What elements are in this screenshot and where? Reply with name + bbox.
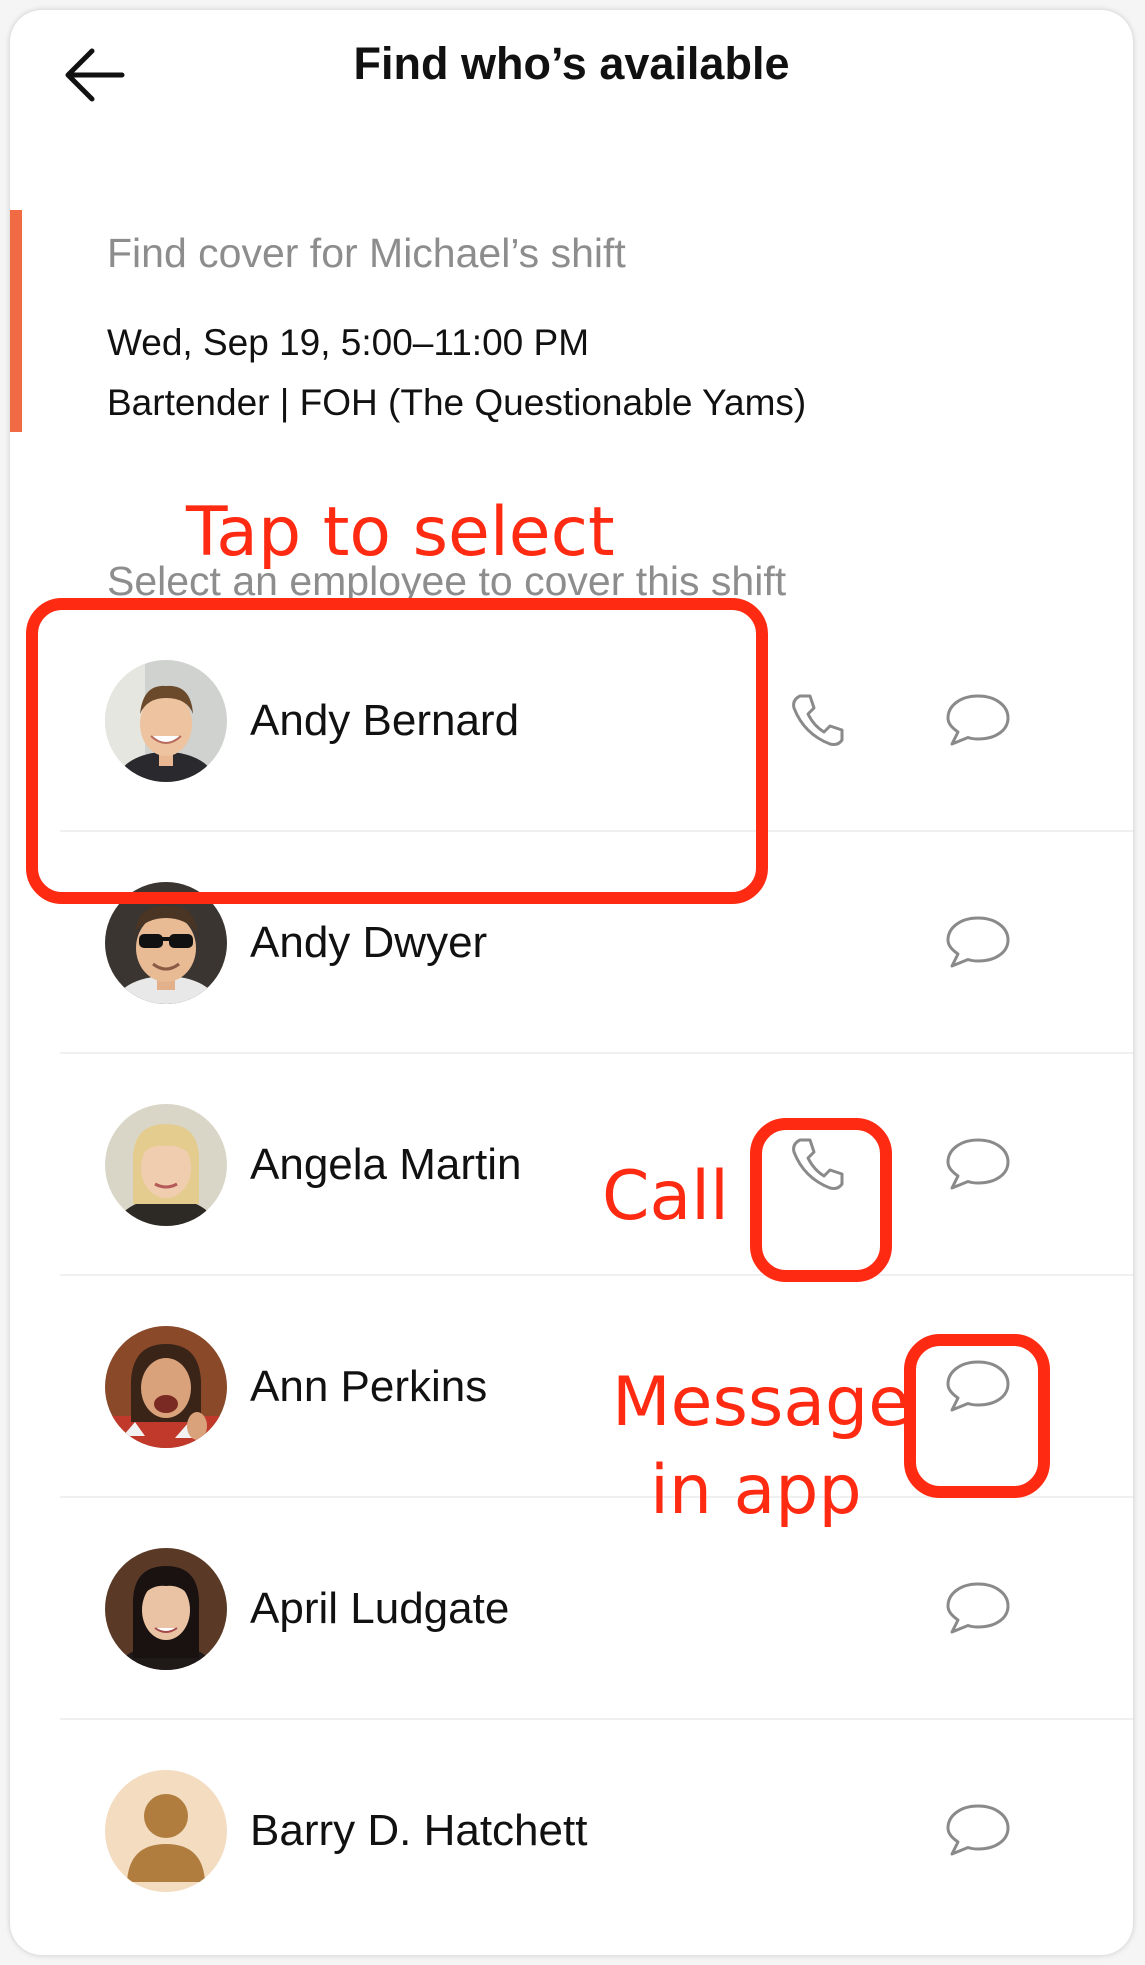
shift-details-card: Find cover for Michael’s shift Wed, Sep … bbox=[10, 210, 1133, 432]
chat-bubble-icon bbox=[946, 694, 1010, 746]
chat-bubble-icon bbox=[946, 1804, 1010, 1856]
annotation-message-line2: in app bbox=[650, 1451, 862, 1530]
avatar-placeholder-icon bbox=[105, 1770, 227, 1892]
chat-bubble-icon bbox=[946, 1138, 1010, 1190]
message-button[interactable] bbox=[938, 902, 1018, 982]
chat-bubble-icon bbox=[946, 916, 1010, 968]
annotation-call: Call bbox=[602, 1157, 729, 1236]
message-button[interactable] bbox=[938, 1124, 1018, 1204]
employee-name: Barry D. Hatchett bbox=[250, 1806, 588, 1855]
employee-name: Ann Perkins bbox=[250, 1362, 488, 1411]
annotation-message-highlight bbox=[904, 1334, 1050, 1498]
avatar-ann-perkins bbox=[105, 1326, 227, 1448]
shift-role: Bartender | FOH (The Questionable Yams) bbox=[107, 382, 807, 423]
employee-name: April Ludgate bbox=[250, 1584, 510, 1633]
message-button[interactable] bbox=[938, 1568, 1018, 1648]
shift-heading: Find cover for Michael’s shift bbox=[107, 230, 626, 276]
avatar-april-ludgate bbox=[105, 1548, 227, 1670]
employee-row-april-ludgate[interactable]: April Ludgate bbox=[10, 1498, 1133, 1720]
employee-name: Andy Dwyer bbox=[250, 918, 488, 967]
shift-accent-bar bbox=[10, 210, 22, 432]
annotation-message-line1: Message bbox=[612, 1363, 911, 1442]
shift-time: Wed, Sep 19, 5:00–11:00 PM bbox=[107, 322, 590, 363]
annotation-tap-to-select: Tap to select bbox=[186, 493, 615, 572]
annotation-call-highlight bbox=[750, 1118, 892, 1282]
employee-name: Angela Martin bbox=[250, 1140, 522, 1189]
phone-icon bbox=[792, 694, 844, 746]
app-screen: Find who’s available Find cover for Mich… bbox=[10, 10, 1133, 1955]
message-button[interactable] bbox=[938, 680, 1018, 760]
chat-bubble-icon bbox=[946, 1582, 1010, 1634]
employee-row-barry-d-hatchett[interactable]: Barry D. Hatchett bbox=[10, 1720, 1133, 1942]
page-title: Find who’s available bbox=[353, 38, 790, 89]
avatar-angela-martin bbox=[105, 1104, 227, 1226]
call-button[interactable] bbox=[778, 680, 858, 760]
message-button[interactable] bbox=[938, 1790, 1018, 1870]
employee-row-angela-martin[interactable]: Angela Martin bbox=[10, 1054, 1133, 1276]
annotation-select-highlight bbox=[26, 598, 768, 904]
